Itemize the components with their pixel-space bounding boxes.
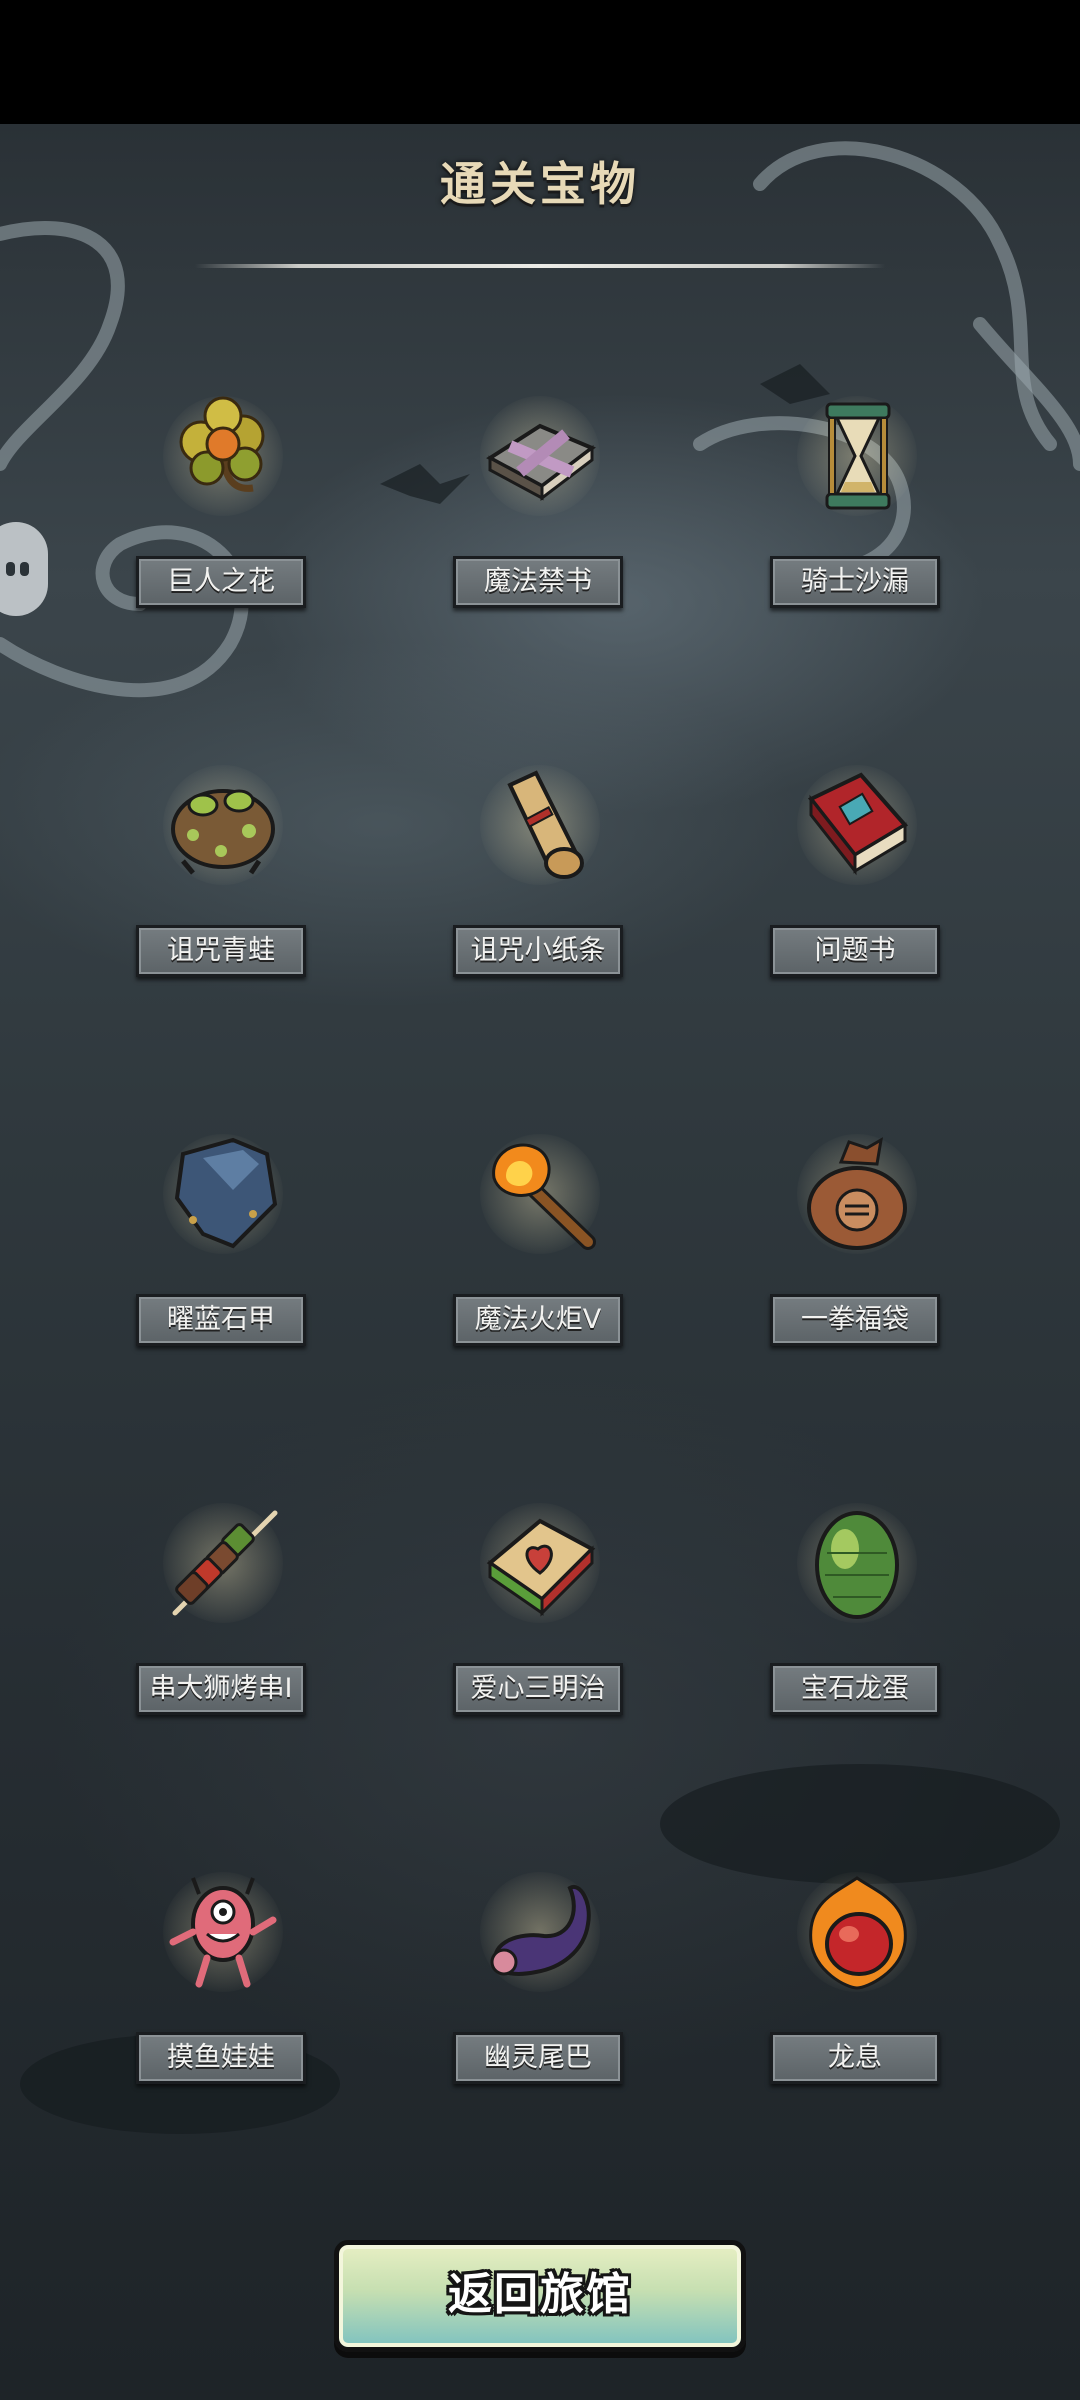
treasure-item-pink-doll[interactable]: 摸鱼娃娃	[128, 1872, 318, 2102]
side-pull-tab[interactable]	[0, 522, 48, 616]
treasure-item-forbidden-book[interactable]: 魔法禁书	[445, 396, 635, 626]
treasure-item-fist-bag[interactable]: 一拳福袋	[762, 1134, 952, 1364]
treasure-item-dragon-egg[interactable]: 宝石龙蛋	[762, 1503, 952, 1733]
treasure-item-giant-flower[interactable]: 巨人之花	[128, 396, 318, 626]
giant-flower-icon	[179, 396, 265, 492]
treasure-name: 摸鱼娃娃	[136, 2032, 306, 2084]
cursed-frog-icon	[171, 789, 275, 875]
torch-icon	[492, 1143, 596, 1250]
scroll-icon	[507, 770, 584, 879]
status-bar	[0, 0, 1080, 124]
treasure-item-dragon-breath[interactable]: 龙息	[762, 1872, 952, 2102]
treasure-name: 魔法火炬V	[453, 1294, 623, 1346]
treasure-item-cursed-frog[interactable]: 诅咒青蛙	[128, 765, 318, 995]
forbidden-book-icon	[486, 423, 596, 502]
treasure-item-blue-armor[interactable]: 曜蓝石甲	[128, 1134, 318, 1364]
treasure-item-kebab[interactable]: 串大狮烤串I	[128, 1503, 318, 1733]
dragon-heart-icon	[809, 1876, 907, 1990]
tab-dot-icon	[6, 562, 15, 576]
pink-doll-icon	[169, 1877, 277, 1988]
page-title: 通关宝物	[440, 157, 640, 211]
kebab-icon	[172, 1510, 278, 1616]
game-screen: 通关宝物 巨人之花 魔法禁书 骑士沙漏 诅咒青蛙 诅咒小纸条 问题书 曜蓝石甲 …	[0, 0, 1080, 2400]
blue-armor-icon	[174, 1137, 278, 1249]
treasure-name: 巨人之花	[136, 556, 306, 608]
treasure-name: 诅咒小纸条	[453, 925, 623, 977]
treasure-item-sandwich[interactable]: 爱心三明治	[445, 1503, 635, 1733]
treasure-name: 串大狮烤串I	[136, 1663, 306, 1715]
treasure-panel: 通关宝物 巨人之花 魔法禁书 骑士沙漏 诅咒青蛙 诅咒小纸条 问题书 曜蓝石甲 …	[0, 124, 1080, 2400]
treasure-item-ghost-tail[interactable]: 幽灵尾巴	[445, 1872, 635, 2102]
question-book-icon	[807, 772, 909, 876]
treasure-item-hourglass[interactable]: 骑士沙漏	[762, 396, 952, 626]
treasure-name: 曜蓝石甲	[136, 1294, 306, 1346]
treasure-name: 魔法禁书	[453, 556, 623, 608]
return-button-label: 返回旅馆	[448, 2269, 632, 2320]
treasure-name: 宝石龙蛋	[770, 1663, 940, 1715]
sandwich-icon	[486, 1518, 596, 1617]
hourglass-icon	[825, 402, 891, 510]
treasure-name: 诅咒青蛙	[136, 925, 306, 977]
ghost-tail-icon	[490, 1884, 591, 1976]
dragon-egg-icon	[815, 1511, 899, 1619]
treasure-name: 问题书	[770, 925, 940, 977]
treasure-name: 一拳福袋	[770, 1294, 940, 1346]
treasure-item-magic-torch[interactable]: 魔法火炬V	[445, 1134, 635, 1364]
treasure-name: 幽灵尾巴	[453, 2032, 623, 2084]
treasure-item-question-book[interactable]: 问题书	[762, 765, 952, 995]
tab-dot-icon	[20, 562, 29, 576]
return-to-inn-button[interactable]: 返回旅馆	[334, 2240, 746, 2352]
fist-bag-icon	[807, 1137, 907, 1250]
title-divider	[195, 264, 885, 268]
treasure-item-cursed-note[interactable]: 诅咒小纸条	[445, 765, 635, 995]
treasure-name: 龙息	[770, 2032, 940, 2084]
treasure-name: 骑士沙漏	[770, 556, 940, 608]
treasure-name: 爱心三明治	[453, 1663, 623, 1715]
